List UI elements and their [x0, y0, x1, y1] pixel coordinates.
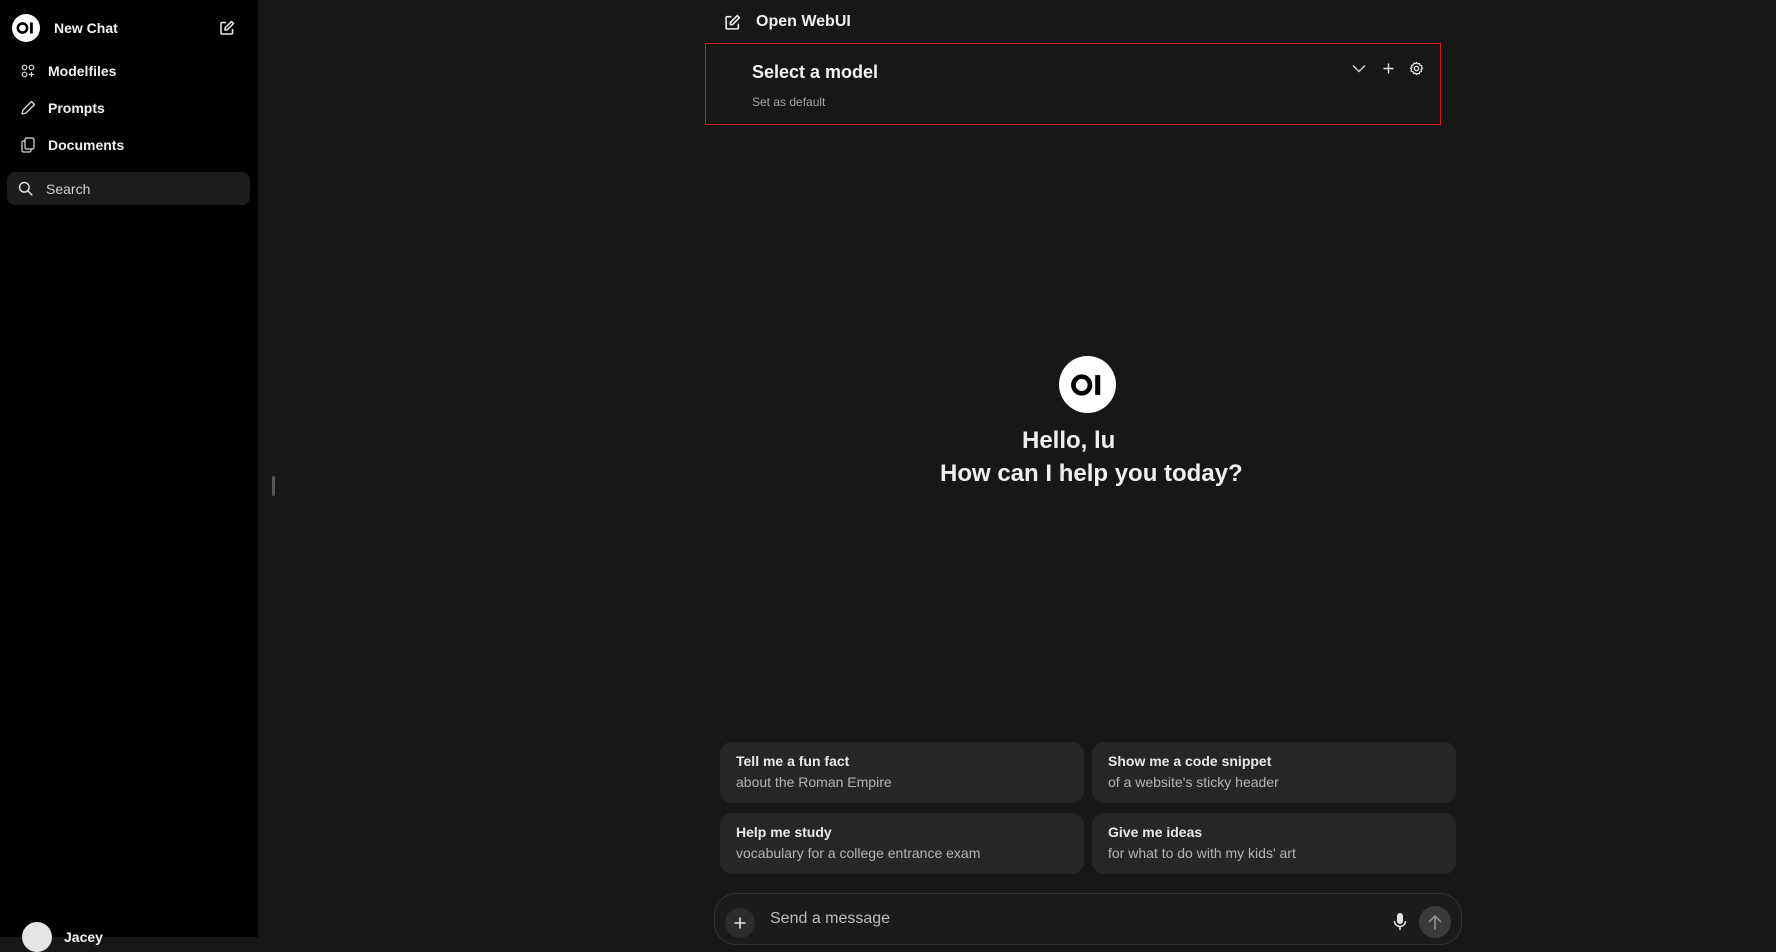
gear-icon[interactable] [1406, 58, 1426, 78]
sidebar-item-label: Modelfiles [48, 63, 117, 79]
suggestion-subtitle: for what to do with my kids' art [1108, 845, 1296, 861]
microphone-icon[interactable] [1390, 911, 1410, 933]
new-chat-edit-icon[interactable] [219, 20, 235, 36]
suggestion-subtitle: about the Roman Empire [736, 774, 892, 790]
sidebar: New Chat Modelfiles Prompts Documents Se… [0, 0, 258, 952]
user-name: Jacey [64, 929, 103, 945]
suggestion-card[interactable]: Help me study vocabulary for a college e… [720, 813, 1084, 874]
page-title: Open WebUI [756, 13, 851, 30]
sidebar-item-modelfiles[interactable]: Modelfiles [19, 60, 116, 82]
app-logo[interactable] [12, 14, 40, 42]
greeting-hello: Hello, lu [1022, 427, 1116, 454]
model-select-label[interactable]: Select a model [752, 62, 878, 83]
open-webui-logo-icon [12, 14, 40, 42]
open-webui-logo-icon [1059, 356, 1116, 413]
suggestion-title: Give me ideas [1108, 824, 1203, 840]
pencil-icon [19, 99, 37, 117]
sidebar-resize-handle[interactable] [272, 476, 275, 496]
suggestion-title: Show me a code snippet [1108, 753, 1272, 769]
suggestion-card[interactable]: Show me a code snippet of a website's st… [1092, 742, 1456, 803]
sidebar-item-label: Documents [48, 137, 125, 153]
modelfiles-icon [19, 62, 37, 80]
suggestion-title: Help me study [736, 824, 832, 840]
message-composer [714, 893, 1462, 945]
greeting-question: How can I help you today? [940, 460, 1243, 487]
add-model-icon[interactable] [1378, 58, 1398, 78]
set-as-default-button[interactable]: Set as default [752, 95, 825, 109]
suggestion-card[interactable]: Give me ideas for what to do with my kid… [1092, 813, 1456, 874]
arrow-up-icon [1428, 915, 1442, 930]
send-button[interactable] [1419, 906, 1451, 938]
sidebar-search[interactable] [7, 172, 250, 205]
attach-plus-icon[interactable] [725, 908, 755, 938]
new-chat-icon[interactable] [724, 14, 741, 31]
suggestion-title: Tell me a fun fact [736, 753, 850, 769]
search-input[interactable] [44, 179, 234, 198]
documents-icon [19, 136, 37, 154]
sidebar-item-label: Prompts [48, 100, 105, 116]
sidebar-item-prompts[interactable]: Prompts [19, 97, 105, 119]
suggestion-card[interactable]: Tell me a fun fact about the Roman Empir… [720, 742, 1084, 803]
suggestion-subtitle: of a website's sticky header [1108, 774, 1279, 790]
user-menu[interactable]: Jacey [22, 922, 103, 952]
new-chat-button[interactable]: New Chat [54, 20, 118, 36]
avatar [22, 922, 52, 952]
sidebar-item-documents[interactable]: Documents [19, 134, 124, 156]
search-icon [18, 181, 34, 197]
chevron-down-icon[interactable] [1349, 58, 1369, 78]
message-input[interactable] [768, 909, 1368, 929]
model-selector[interactable]: Select a model Set as default [705, 43, 1441, 125]
suggestion-subtitle: vocabulary for a college entrance exam [736, 845, 981, 861]
